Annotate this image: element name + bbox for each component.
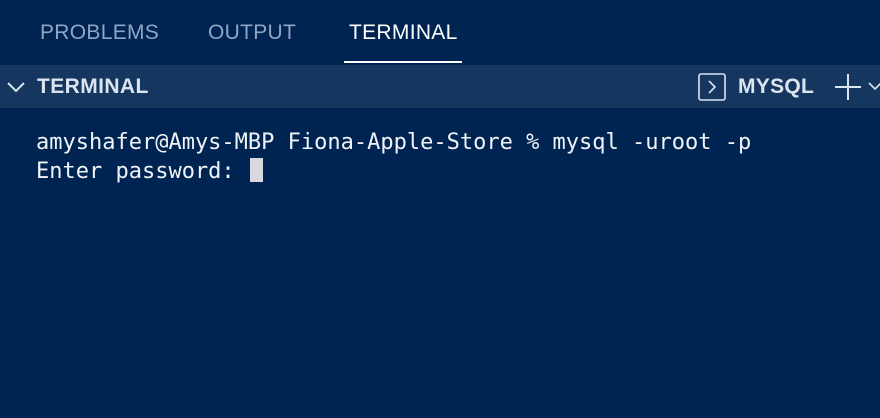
active-tab-indicator (344, 61, 462, 63)
tab-output[interactable]: OUTPUT (208, 19, 296, 63)
chevron-down-icon[interactable] (6, 78, 26, 96)
terminal-section-header: TERMINAL MYSQL (0, 65, 880, 108)
plus-icon[interactable] (834, 73, 862, 101)
terminal-cursor (249, 158, 263, 182)
terminal-output[interactable]: amyshafer@Amys-MBP Fiona-Apple-Store % m… (36, 128, 751, 186)
panel-tab-bar: PROBLEMS OUTPUT TERMINAL (0, 0, 880, 64)
dropdown-icon[interactable] (868, 80, 880, 94)
terminal-line-with-cursor: Enter password: (36, 157, 751, 186)
terminal-icon[interactable] (698, 73, 726, 101)
section-title[interactable]: TERMINAL (37, 74, 149, 100)
tab-terminal[interactable]: TERMINAL (349, 19, 458, 63)
terminal-line: amyshafer@Amys-MBP Fiona-Apple-Store % m… (36, 130, 752, 155)
terminal-profile-name[interactable]: MYSQL (738, 74, 814, 100)
tab-problems[interactable]: PROBLEMS (40, 19, 159, 63)
terminal-line: Enter password: (36, 159, 248, 184)
